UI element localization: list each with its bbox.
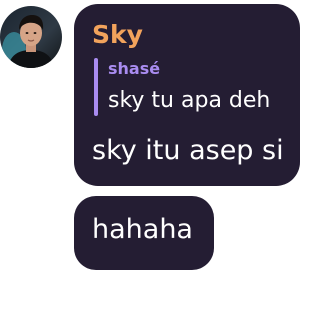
followup-text: hahaha	[92, 214, 193, 245]
sender-name[interactable]: Sky	[92, 20, 143, 50]
message-bubble[interactable]: Sky shasé sky tu apa deh sky itu asep si	[74, 4, 300, 186]
reply-quote[interactable]: shasé sky tu apa deh	[94, 58, 290, 116]
reply-text: sky tu apa deh	[108, 88, 271, 113]
message-text: sky itu asep si	[92, 135, 284, 166]
chat-thread: Sky shasé sky tu apa deh sky itu asep si…	[0, 0, 300, 320]
avatar-photo-icon	[0, 6, 62, 68]
sender-avatar[interactable]	[0, 6, 62, 68]
message-bubble-followup[interactable]: hahaha	[74, 196, 214, 270]
reply-bar	[94, 58, 98, 116]
reply-author: shasé	[108, 59, 161, 78]
